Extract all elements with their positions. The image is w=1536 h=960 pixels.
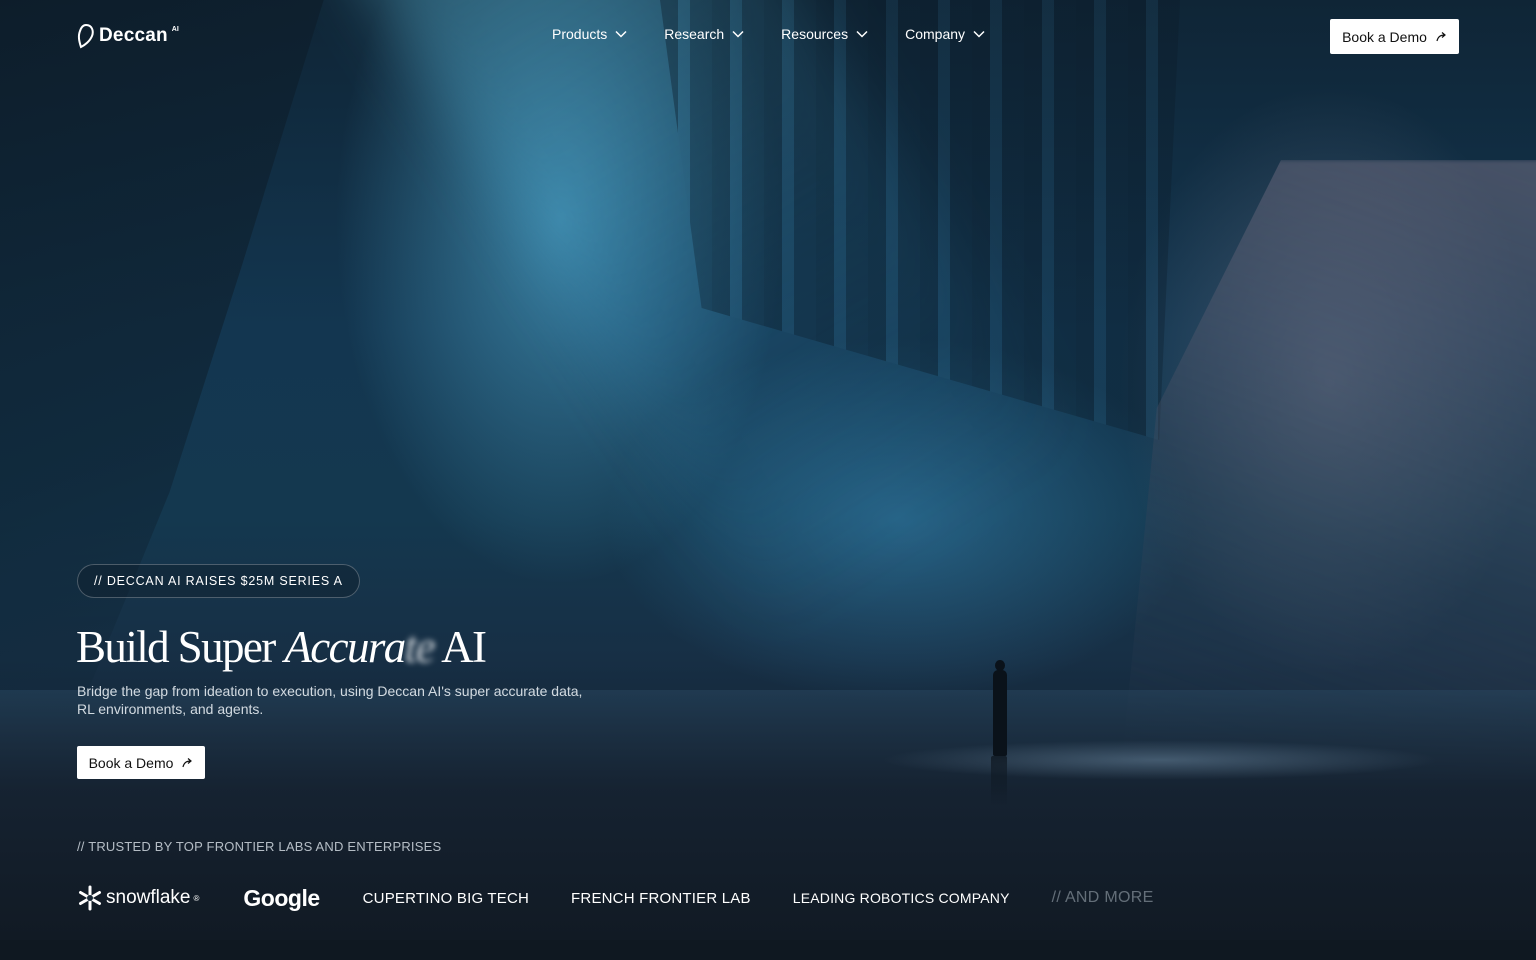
cliff-left bbox=[0, 0, 336, 720]
announcement-text: // DECCAN AI RAISES $25M SERIES A bbox=[94, 574, 343, 588]
menu-products-label: Products bbox=[552, 26, 608, 42]
book-demo-button-nav[interactable]: Book a Demo bbox=[1330, 19, 1459, 54]
customer-logos: snowflake ® Google CUPERTINO BIG TECH FRE… bbox=[77, 882, 1154, 914]
figure-reflection bbox=[991, 756, 1007, 806]
snowflake-registered: ® bbox=[193, 893, 200, 903]
menu-products[interactable]: Products bbox=[552, 26, 627, 42]
chevron-down-icon bbox=[856, 30, 868, 38]
book-demo-button-hero[interactable]: Book a Demo bbox=[77, 746, 205, 779]
top-nav: Deccan AI Products Research Resources Co… bbox=[0, 0, 1536, 72]
headline-italic: Accurate bbox=[284, 622, 436, 672]
hero-background bbox=[0, 0, 1536, 940]
trusted-by-label: // TRUSTED BY TOP FRONTIER LABS AND ENTE… bbox=[77, 839, 442, 854]
book-demo-nav-label: Book a Demo bbox=[1342, 28, 1427, 45]
logo-robotics: LEADING ROBOTICS COMPANY bbox=[792, 890, 1010, 906]
logo-and-more: // AND MORE bbox=[1051, 889, 1154, 906]
water-reflection bbox=[880, 740, 1440, 780]
menu-resources-label: Resources bbox=[781, 26, 849, 42]
snowflake-wordmark: snowflake bbox=[106, 887, 191, 908]
hero-headline: Build Super Accurate AI bbox=[76, 620, 487, 674]
menu-company-label: Company bbox=[905, 26, 966, 42]
snowflake-icon bbox=[79, 885, 101, 911]
headline-part2: AI bbox=[433, 622, 487, 672]
headline-italic-clear: Accura bbox=[284, 622, 406, 672]
bottom-strip bbox=[0, 940, 1536, 960]
chevron-down-icon bbox=[973, 30, 985, 38]
main-menu: Products Research Resources Company bbox=[552, 26, 1022, 42]
logo-google: Google bbox=[243, 884, 320, 911]
menu-research-label: Research bbox=[664, 26, 725, 42]
cliff-right bbox=[1120, 160, 1536, 780]
logo-french-lab: FRENCH FRONTIER LAB bbox=[571, 889, 751, 907]
brand-superscript: AI bbox=[171, 26, 179, 33]
brand-name: Deccan bbox=[99, 25, 168, 46]
logo-snowflake: snowflake ® bbox=[77, 885, 199, 911]
menu-company[interactable]: Company bbox=[905, 26, 985, 42]
book-demo-hero-label: Book a Demo bbox=[88, 754, 174, 771]
headline-italic-blurred: te bbox=[404, 622, 436, 672]
chevron-down-icon bbox=[732, 30, 744, 38]
hero-subtitle: Bridge the gap from ideation to executio… bbox=[77, 683, 583, 717]
arrow-up-right-icon bbox=[182, 757, 193, 767]
menu-research[interactable]: Research bbox=[664, 26, 744, 42]
chevron-down-icon bbox=[615, 30, 627, 38]
brand-logo[interactable]: Deccan AI bbox=[77, 22, 179, 50]
standing-figure bbox=[991, 660, 1009, 756]
announcement-pill[interactable]: // DECCAN AI RAISES $25M SERIES A bbox=[77, 564, 360, 598]
logo-cupertino: CUPERTINO BIG TECH bbox=[362, 889, 530, 907]
arrow-up-right-icon bbox=[1436, 31, 1446, 41]
deccan-logo-icon bbox=[77, 23, 94, 49]
menu-resources[interactable]: Resources bbox=[781, 26, 868, 42]
headline-part1: Build Super bbox=[76, 622, 285, 672]
